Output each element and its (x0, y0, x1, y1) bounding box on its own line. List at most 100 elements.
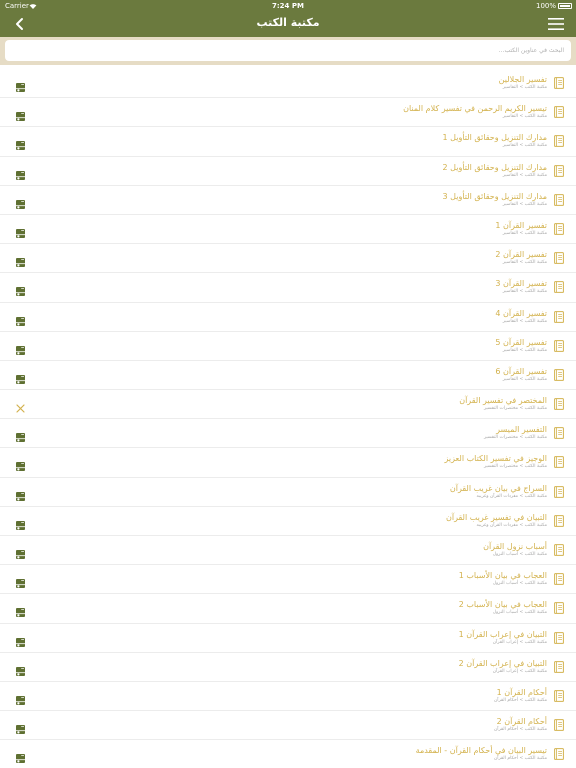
book-category: مكتبة الكتب > أسباب النزول (492, 552, 547, 557)
download-icon[interactable] (15, 166, 26, 180)
download-icon[interactable] (15, 253, 26, 268)
book-row[interactable]: تيسير الكريم الرحمن في تفسير كلام المنان… (0, 98, 576, 128)
download-icon[interactable] (15, 136, 26, 151)
book-row[interactable]: مدارك التنزيل وحقائق التأويل 2 مكتبة الك… (0, 157, 576, 186)
book-row[interactable]: تفسير الجلالين مكتبة الكتب > التفاسير (0, 69, 576, 99)
status-time: 7:24 PM (272, 2, 304, 10)
book-category: مكتبة الكتب > إعراب القرآن (492, 668, 547, 674)
book-title: مدارك التنزيل وحقائق التأويل 3 (442, 191, 547, 201)
book-row[interactable]: السراج في بيان غريب القرآن مكتبة الكتب >… (0, 478, 576, 507)
book-category: مكتبة الكتب > التفاسير (502, 85, 547, 90)
book-row[interactable]: تفسير القرآن 4 مكتبة الكتب > التفاسير (0, 303, 576, 332)
book-row[interactable]: التبيان في إعراب القرآن 1 مكتبة الكتب > … (0, 624, 576, 653)
book-row[interactable]: التبيان في تفسير غريب القرآن مكتبة الكتب… (0, 507, 576, 536)
book-title: تفسير القرآن 4 (495, 308, 547, 318)
download-icon[interactable] (15, 603, 26, 618)
book-row[interactable]: تفسير القرآن 1 مكتبة الكتب > التفاسير (0, 215, 576, 245)
download-icon[interactable] (15, 78, 26, 92)
nav-bar: مكتبة الكتب (0, 12, 576, 37)
book-title: تفسير القرآن 1 (495, 220, 547, 230)
app-screen: Carrier 7:24 PM 100% مكتبة الكتب البحث ف… (0, 0, 576, 768)
book-icon (554, 485, 564, 498)
book-title: تفسير القرآن 3 (495, 279, 547, 289)
status-bar: Carrier 7:24 PM 100% (0, 0, 576, 12)
download-icon[interactable] (15, 428, 26, 443)
book-icon (554, 135, 564, 148)
book-icon (554, 427, 564, 440)
book-title: أحكام القرآن 1 (496, 687, 547, 697)
download-icon[interactable] (15, 720, 26, 735)
book-category: مكتبة الكتب > مفردات القرآن وغريبه (476, 493, 547, 499)
book-icon (554, 77, 564, 89)
book-row[interactable]: أسباب نزول القرآن مكتبة الكتب > أسباب ال… (0, 536, 576, 566)
book-icon (554, 690, 564, 702)
book-title: التبيان في تفسير غريب القرآن (445, 512, 547, 522)
book-row[interactable]: التفسير الميسر مكتبة الكتب > مختصرات الت… (0, 419, 576, 449)
download-icon[interactable] (15, 195, 26, 209)
header: Carrier 7:24 PM 100% مكتبة الكتب (0, 0, 576, 37)
book-row[interactable]: الوجيز في تفسير الكتاب العزيز مكتبة الكت… (0, 448, 576, 478)
hamburger-menu-icon[interactable] (548, 17, 564, 31)
download-icon[interactable] (15, 749, 26, 764)
book-icon (554, 748, 564, 761)
book-row[interactable]: أحكام القرآن 2 مكتبة الكتب > أحكام القرآ… (0, 711, 576, 741)
book-icon (554, 456, 564, 469)
book-category: مكتبة الكتب > التفاسير (502, 347, 547, 353)
book-icon (554, 544, 564, 556)
download-icon[interactable] (15, 516, 26, 530)
book-title: تفسير القرآن 2 (495, 250, 547, 260)
book-row[interactable]: المختصر في تفسير القرآن مكتبة الكتب > مخ… (0, 390, 576, 420)
book-category: مكتبة الكتب > مفردات القرآن وغريبه (476, 522, 547, 528)
book-row[interactable]: مدارك التنزيل وحقائق التأويل 1 مكتبة الك… (0, 127, 576, 157)
book-row[interactable]: تفسير القرآن 3 مكتبة الكتب > التفاسير (0, 273, 576, 303)
book-title: السراج في بيان غريب القرآن (449, 483, 547, 493)
book-icon (554, 660, 564, 673)
book-row[interactable]: التبيان في إعراب القرآن 2 مكتبة الكتب > … (0, 653, 576, 682)
download-icon[interactable] (15, 282, 26, 297)
download-icon[interactable] (15, 691, 26, 705)
book-row[interactable]: العجاب في بيان الأسباب 2 مكتبة الكتب > أ… (0, 594, 576, 624)
book-row[interactable]: تيسير البيان في أحكام القرآن - المقدمة م… (0, 740, 576, 768)
download-icon[interactable] (15, 633, 26, 647)
book-icon (554, 514, 564, 527)
book-icon (554, 339, 564, 352)
download-icon[interactable] (15, 341, 26, 355)
book-row[interactable]: تفسير القرآن 6 مكتبة الكتب > التفاسير (0, 361, 576, 391)
download-icon[interactable] (15, 574, 26, 589)
book-row[interactable]: تفسير القرآن 2 مكتبة الكتب > التفاسير (0, 244, 576, 274)
book-category: مكتبة الكتب > أحكام القرآن (493, 756, 547, 762)
book-category: مكتبة الكتب > التفاسير (502, 260, 547, 266)
book-title: التبيان في إعراب القرآن 2 (458, 658, 547, 668)
book-category: مكتبة الكتب > التفاسير (502, 114, 547, 120)
book-row[interactable]: مدارك التنزيل وحقائق التأويل 3 مكتبة الك… (0, 186, 576, 215)
book-icon (554, 281, 564, 294)
download-icon[interactable] (15, 224, 26, 238)
book-category: مكتبة الكتب > إعراب القرآن (492, 639, 547, 645)
download-icon[interactable] (15, 457, 26, 472)
book-icon (554, 223, 564, 235)
search-input[interactable] (5, 40, 571, 61)
download-icon[interactable] (15, 107, 26, 122)
book-icon (554, 368, 564, 381)
book-icon (554, 106, 564, 119)
book-category: مكتبة الكتب > التفاسير (502, 201, 547, 207)
download-icon[interactable] (15, 662, 26, 676)
book-title: تفسير القرآن 5 (495, 337, 547, 347)
book-icon (554, 602, 564, 615)
book-title: العجاب في بيان الأسباب 1 (458, 571, 547, 581)
book-category: مكتبة الكتب > مختصرات التفسير (483, 464, 547, 470)
book-title: المختصر في تفسير القرآن (459, 396, 547, 406)
book-icon (554, 310, 564, 323)
book-row[interactable]: أحكام القرآن 1 مكتبة الكتب > أحكام القرآ… (0, 682, 576, 712)
download-icon[interactable] (15, 370, 26, 384)
book-row[interactable]: تفسير القرآن 5 مكتبة الكتب > التفاسير (0, 332, 576, 361)
book-icon (554, 631, 564, 644)
book-category: مكتبة الكتب > أحكام القرآن (493, 697, 547, 703)
book-title: مدارك التنزيل وحقائق التأويل 2 (442, 162, 547, 172)
download-icon[interactable] (15, 312, 26, 326)
close-icon[interactable] (15, 399, 26, 413)
download-icon[interactable] (15, 487, 26, 501)
book-row[interactable]: العجاب في بيان الأسباب 1 مكتبة الكتب > أ… (0, 565, 576, 595)
download-icon[interactable] (15, 545, 26, 559)
book-title: أحكام القرآن 2 (496, 717, 547, 727)
